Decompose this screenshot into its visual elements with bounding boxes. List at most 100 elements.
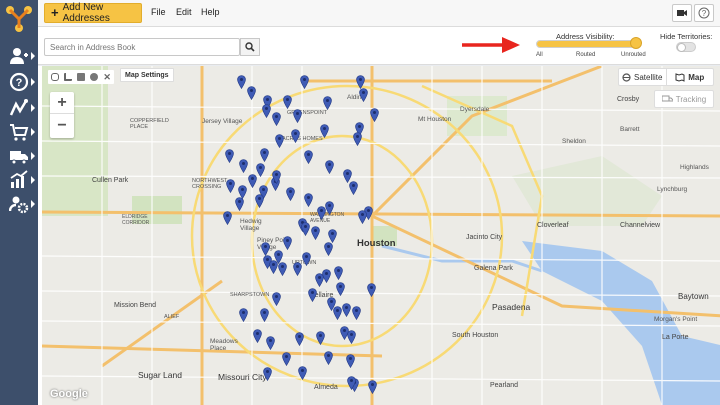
map-pin[interactable] (248, 174, 257, 189)
map-pin[interactable] (295, 332, 304, 347)
sidebar-item-cart[interactable] (0, 120, 38, 144)
menu-edit[interactable]: Edit (176, 7, 192, 17)
map-pin[interactable] (255, 194, 264, 209)
delete-icon[interactable]: ✕ (103, 73, 111, 82)
map-pin[interactable] (300, 75, 309, 90)
hand-icon[interactable] (50, 73, 59, 81)
map-pin[interactable] (263, 367, 272, 382)
video-button[interactable] (672, 4, 692, 22)
map-pin[interactable] (356, 75, 365, 90)
map-pin[interactable] (256, 163, 265, 178)
map-pin[interactable] (293, 262, 302, 277)
address-visibility-slider[interactable] (536, 40, 636, 48)
map-pin[interactable] (301, 222, 310, 237)
address-visibility-knob[interactable] (630, 37, 642, 49)
square-icon[interactable] (76, 73, 85, 81)
map-pin[interactable] (237, 75, 246, 90)
logo-icon[interactable] (4, 4, 34, 34)
map-pin[interactable] (283, 236, 292, 251)
map-pin[interactable] (358, 210, 367, 225)
map-pin[interactable] (304, 150, 313, 165)
sidebar-item-add-user[interactable] (0, 44, 38, 68)
map-pin[interactable] (226, 179, 235, 194)
satellite-icon (622, 72, 631, 82)
menu-help[interactable]: Help (201, 7, 220, 17)
map-pin[interactable] (225, 149, 234, 164)
map-pin[interactable] (325, 160, 334, 175)
map-pin[interactable] (261, 242, 270, 257)
map-pin[interactable] (283, 95, 292, 110)
map-pin[interactable] (353, 132, 362, 147)
map-pin[interactable] (308, 288, 317, 303)
map-pin[interactable] (260, 308, 269, 323)
map-pin[interactable] (311, 226, 320, 241)
map-pin[interactable] (235, 197, 244, 212)
map-pin[interactable] (291, 129, 300, 144)
map-pin[interactable] (253, 329, 262, 344)
sidebar-item-routes[interactable] (0, 96, 38, 120)
tracking-button[interactable]: Tracking (654, 90, 714, 108)
map-pin[interactable] (272, 112, 281, 127)
search-button[interactable] (240, 38, 260, 56)
zoom-in-button[interactable]: + (50, 92, 74, 114)
map-pin[interactable] (320, 124, 329, 139)
map-pin[interactable] (239, 159, 248, 174)
search-input[interactable] (44, 38, 240, 56)
circle-icon[interactable] (90, 73, 99, 81)
map-pin[interactable] (342, 303, 351, 318)
map-settings-button[interactable]: Map Settings (120, 68, 174, 82)
map-pin[interactable] (223, 211, 232, 226)
map-pin[interactable] (322, 269, 331, 284)
map-pin[interactable] (328, 229, 337, 244)
map-pin[interactable] (347, 330, 356, 345)
sidebar-item-help[interactable]: ? (0, 70, 38, 94)
map-pin[interactable] (278, 262, 287, 277)
map-pin[interactable] (352, 306, 361, 321)
map-pin[interactable] (367, 283, 376, 298)
map-pin[interactable] (293, 109, 302, 124)
map-pin[interactable] (262, 104, 271, 119)
map-pin[interactable] (323, 96, 332, 111)
map-pin[interactable] (316, 331, 325, 346)
sidebar-item-analytics[interactable] (0, 168, 38, 192)
map-pin[interactable] (368, 380, 377, 395)
map-pin[interactable] (298, 366, 307, 381)
menu-file[interactable]: File (151, 7, 166, 17)
map-pin[interactable] (286, 187, 295, 202)
map-pin[interactable] (239, 308, 248, 323)
map-pin[interactable] (324, 242, 333, 257)
map-pin[interactable] (349, 181, 358, 196)
map-pin[interactable] (302, 252, 311, 267)
add-new-addresses-button[interactable]: + Add New Addresses (44, 2, 142, 24)
zoom-out-button[interactable]: − (50, 115, 74, 137)
map-pin[interactable] (266, 336, 275, 351)
map-pin[interactable] (269, 260, 278, 275)
map-pin[interactable] (347, 376, 356, 391)
map-pin[interactable] (333, 306, 342, 321)
map-pin[interactable] (317, 206, 326, 221)
map-pin[interactable] (247, 86, 256, 101)
map-pin[interactable] (282, 352, 291, 367)
map-pin[interactable] (359, 88, 368, 103)
sidebar-item-truck[interactable] (0, 144, 38, 168)
map-pin[interactable] (370, 108, 379, 123)
map-pin[interactable] (346, 354, 355, 369)
map-pin[interactable] (272, 170, 281, 185)
satellite-button[interactable]: Satellite (619, 69, 666, 85)
map-pin[interactable] (304, 193, 313, 208)
map-pin[interactable] (275, 134, 284, 149)
help-button[interactable]: ? (694, 4, 714, 22)
map-pin[interactable] (260, 148, 269, 163)
map-pin[interactable] (336, 282, 345, 297)
map-pin[interactable] (324, 351, 333, 366)
map-label-hedwig: Hedwig Village (240, 218, 262, 232)
hide-territories-toggle[interactable] (676, 42, 696, 52)
map-pin[interactable] (272, 292, 281, 307)
map-pin[interactable] (325, 201, 334, 216)
visibility-tick-all: All (536, 52, 543, 58)
sidebar-item-settings[interactable] (0, 192, 38, 216)
map-canvas[interactable]: Aldine Dyersdale Mt Houston Crosby Barre… (38, 66, 720, 405)
map-button[interactable]: Map (665, 69, 714, 85)
map-pin[interactable] (334, 266, 343, 281)
polygon-icon[interactable] (63, 73, 72, 81)
